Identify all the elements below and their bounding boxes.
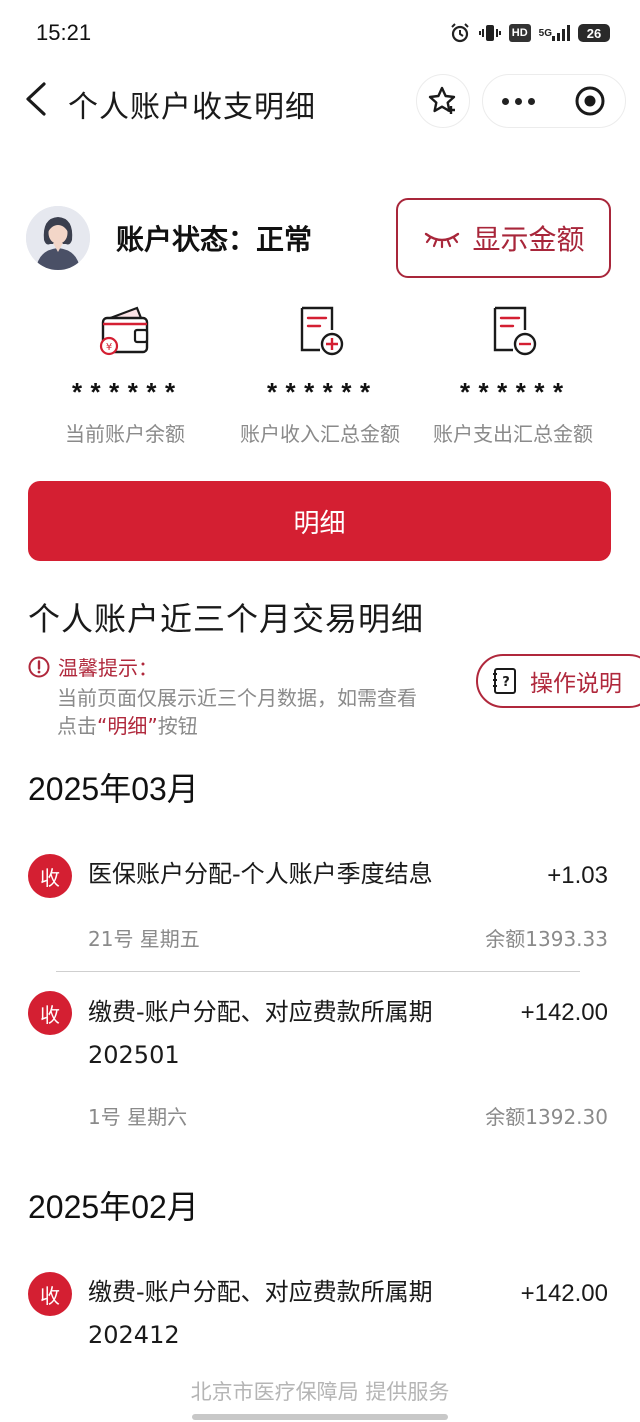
stat-expense: ****** 账户支出汇总金额: [413, 300, 613, 447]
month-header: 2025年03月: [28, 771, 199, 807]
stat-income-label: 账户收入汇总金额: [240, 422, 400, 446]
show-amount-label: 显示金额: [472, 223, 585, 256]
transaction-date: 1号 星期六: [88, 1105, 188, 1129]
tip-line-2: 点击“明细”按钮: [57, 714, 198, 738]
transaction-amount: +142.00: [520, 1280, 608, 1307]
footer-provider: 北京市医疗保障局 提供服务: [190, 1380, 450, 1404]
avatar: [26, 206, 90, 270]
stat-balance-label: 当前账户余额: [65, 422, 185, 446]
hd-icon: HD: [508, 24, 531, 42]
eye-closed-icon: [425, 232, 460, 249]
stat-balance-value: ******: [69, 380, 181, 410]
vibrate-icon: [478, 22, 501, 44]
miniapp-capsule: [482, 74, 626, 128]
income-badge: 收: [28, 854, 72, 898]
more-button[interactable]: [483, 75, 554, 127]
status-icons: HD 5G 26: [449, 22, 610, 44]
expense-doc-icon: [493, 306, 537, 356]
favorite-button[interactable]: [416, 74, 470, 128]
svg-text:?: ?: [502, 675, 510, 690]
tip-title: 温馨提示：: [58, 656, 158, 680]
transaction-description: 缴费-账户分配、对应费款所属期202412: [88, 1278, 433, 1349]
operation-guide-button[interactable]: ? 操作说明: [476, 654, 640, 708]
chevron-left-icon: [26, 82, 46, 116]
transaction-amount: +142.00: [520, 999, 608, 1026]
battery-icon: 26: [578, 24, 610, 42]
manual-book-icon: ?: [493, 668, 516, 694]
back-button[interactable]: [16, 76, 56, 122]
star-plus-icon: [428, 86, 456, 114]
stat-balance: ¥ ****** 当前账户余额: [25, 300, 225, 447]
transaction-balance: 余额1393.33: [485, 927, 608, 951]
home-indicator[interactable]: [192, 1414, 448, 1420]
more-dots-icon: [502, 97, 535, 105]
detail-button[interactable]: 明细: [28, 481, 611, 561]
transaction-description: 缴费-账户分配、对应费款所属期202501: [88, 998, 433, 1069]
tip-highlight: “明细”: [97, 714, 158, 738]
tip-body: 当前页面仅展示近三个月数据，如需查看 点击“明细”按钮: [57, 684, 477, 740]
stat-expense-label: 账户支出汇总金额: [433, 422, 593, 446]
section-title: 个人账户近三个月交易明细: [28, 600, 425, 638]
income-badge: 收: [28, 991, 72, 1035]
target-close-icon: [575, 86, 604, 116]
transaction-description: 医保账户分配-个人账户季度结息: [88, 860, 433, 888]
svg-text:¥: ¥: [106, 342, 112, 353]
user-avatar-icon: [26, 206, 90, 270]
divider: [56, 971, 580, 972]
show-amount-button[interactable]: 显示金额: [396, 198, 611, 278]
transaction-date: 21号 星期五: [88, 927, 200, 951]
status-bar: 15:21 HD 5G 26: [0, 0, 640, 66]
stat-expense-value: ******: [457, 380, 569, 410]
account-status: 账户状态：正常: [116, 223, 313, 256]
tip-line-1: 当前页面仅展示近三个月数据，如需查看: [57, 686, 417, 710]
income-doc-icon: [300, 306, 344, 356]
transaction-balance: 余额1392.30: [485, 1105, 608, 1129]
month-header: 2025年02月: [28, 1189, 199, 1225]
nav-bar: 个人账户收支明细: [0, 66, 640, 136]
income-badge: 收: [28, 1272, 72, 1316]
close-miniapp-button[interactable]: [554, 75, 625, 127]
stat-income: ****** 账户收入汇总金额: [220, 300, 420, 447]
operation-guide-label: 操作说明: [530, 671, 622, 697]
wallet-icon: ¥: [99, 306, 149, 356]
alarm-icon: [449, 22, 471, 44]
signal-icon: 5G: [539, 22, 570, 44]
tip-header: 温馨提示：: [28, 652, 158, 681]
warning-circle-icon: [28, 656, 50, 677]
page-title: 个人账户收支明细: [68, 90, 316, 125]
stat-income-value: ******: [264, 380, 376, 410]
transaction-amount: +1.03: [547, 862, 608, 889]
status-time: 15:21: [36, 20, 92, 45]
